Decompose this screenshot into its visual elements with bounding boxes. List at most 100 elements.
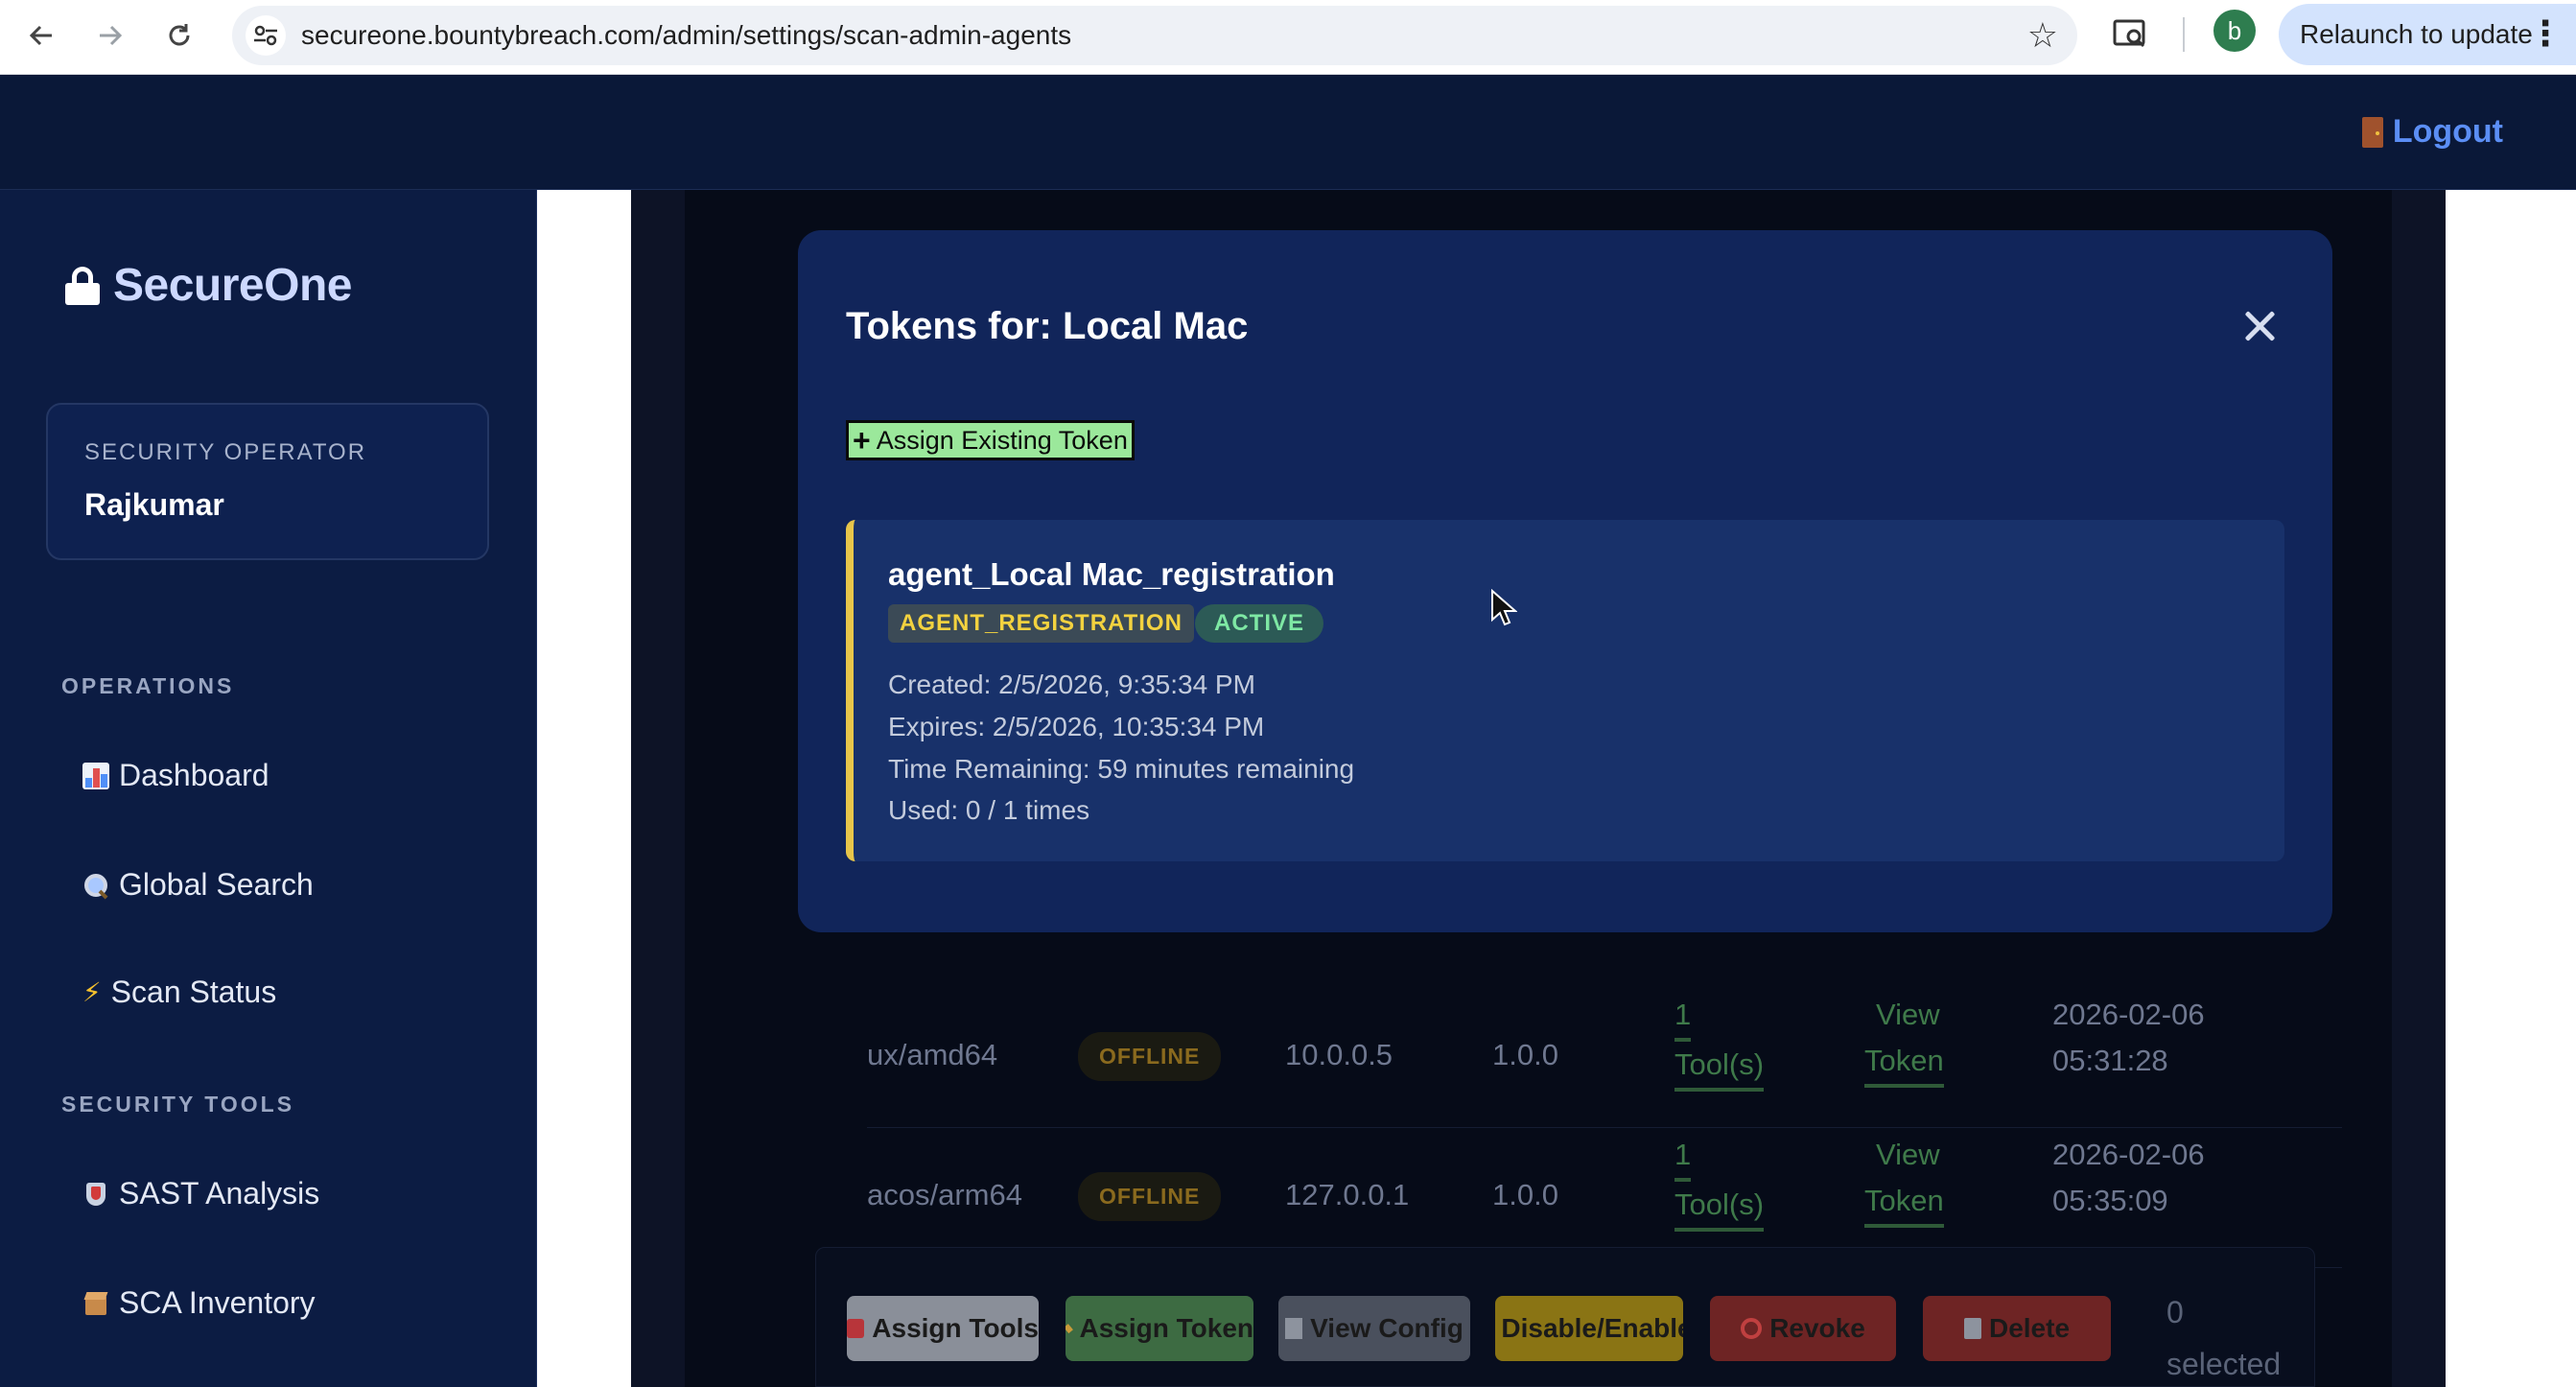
token-usage: Used: 0 / 1 times xyxy=(888,795,1090,825)
sidebar-item-scan-status[interactable]: ⚡ Scan Status xyxy=(82,975,276,1010)
relaunch-button[interactable]: Relaunch to update ⋮ xyxy=(2279,4,2576,65)
tools-label: Tool(s) xyxy=(1674,1182,1765,1232)
tokens-modal: Tokens for: Local Mac + Assign Existing … xyxy=(798,230,2332,932)
user-role: SECURITY OPERATOR xyxy=(84,439,367,465)
version-cell: 1.0.0 xyxy=(1492,1178,1558,1211)
view-token-link[interactable]: View Token xyxy=(1864,992,1944,1088)
last-seen-time: 05:31:28 xyxy=(2052,1044,2168,1077)
toolbar-divider xyxy=(2183,17,2185,52)
last-seen-date: 2026-02-06 xyxy=(2052,998,2205,1031)
sidebar-item-label: SCA Inventory xyxy=(119,1285,316,1320)
profile-avatar[interactable]: b xyxy=(2213,10,2256,52)
last-seen-date: 2026-02-06 xyxy=(2052,1138,2205,1171)
delete-button[interactable]: Delete xyxy=(1923,1296,2111,1361)
nav-section-security-tools: SECURITY TOOLS xyxy=(61,1092,295,1117)
platform-cell: ux/amd64 xyxy=(867,1038,998,1071)
selected-label: selected xyxy=(2166,1347,2282,1381)
view-token-link[interactable]: View Token xyxy=(1864,1132,1944,1228)
lock-icon xyxy=(65,266,100,305)
token-expires: Expires: 2/5/2026, 10:35:34 PM xyxy=(888,712,1265,741)
lens-icon[interactable] xyxy=(2108,12,2154,58)
toolbox-icon xyxy=(847,1319,865,1338)
button-label: View Config xyxy=(1310,1313,1464,1343)
last-seen-cell: 2026-02-06 05:35:09 xyxy=(2052,1132,2205,1224)
sidebar-item-label: SAST Analysis xyxy=(119,1176,320,1211)
nav-section-operations: OPERATIONS xyxy=(61,673,235,698)
tools-link[interactable]: 1 Tool(s) xyxy=(1674,1132,1765,1232)
address-bar[interactable]: secureone.bountybreach.com/admin/setting… xyxy=(232,6,2077,65)
view-config-button[interactable]: View Config xyxy=(1278,1296,1470,1361)
magnifier-icon xyxy=(82,872,109,899)
more-menu-icon[interactable]: ⋮ xyxy=(2528,13,2563,54)
sidebar-item-sast-analysis[interactable]: SAST Analysis xyxy=(82,1176,319,1211)
sidebar-item-label: Dashboard xyxy=(119,758,269,792)
ip-cell: 10.0.0.5 xyxy=(1285,1038,1393,1071)
revoke-button[interactable]: Revoke xyxy=(1710,1296,1896,1361)
logout-link[interactable]: Logout xyxy=(2361,113,2503,151)
assign-token-button[interactable]: Assign Token xyxy=(1066,1296,1253,1361)
token-card: agent_Local Mac_registration AGENT_REGIS… xyxy=(846,520,2284,861)
document-icon xyxy=(1285,1318,1303,1339)
selected-count: 0 selected xyxy=(2166,1286,2281,1387)
ip-cell: 127.0.0.1 xyxy=(1285,1178,1410,1211)
assign-tools-button[interactable]: Assign Tools xyxy=(847,1296,1039,1361)
token-label: Token xyxy=(1864,1038,1944,1088)
token-remaining: Time Remaining: 59 minutes remaining xyxy=(888,754,1355,784)
status-badge: OFFLINE xyxy=(1078,1172,1222,1221)
button-label: Assign Tools xyxy=(872,1313,1039,1343)
back-arrow-icon[interactable] xyxy=(17,12,65,59)
close-icon[interactable] xyxy=(2238,305,2281,347)
shield-icon xyxy=(82,1181,109,1208)
relaunch-label: Relaunch to update xyxy=(2300,19,2533,49)
tools-count: 1 xyxy=(1674,992,1692,1042)
url-text: secureone.bountybreach.com/admin/setting… xyxy=(301,20,1072,50)
view-label: View xyxy=(1876,998,1940,1031)
user-name: Rajkumar xyxy=(84,487,224,522)
last-seen-time: 05:35:09 xyxy=(2052,1184,2168,1217)
site-settings-icon[interactable] xyxy=(246,15,286,56)
button-label: Assign Token xyxy=(1079,1313,1253,1343)
disable-enable-button[interactable]: Disable/Enable xyxy=(1495,1296,1683,1361)
selected-number: 0 xyxy=(2166,1295,2184,1329)
table-row: ux/amd64 OFFLINE 10.0.0.5 1.0.0 1 Tool(s… xyxy=(867,988,2342,1128)
bookmark-star-icon[interactable]: ☆ xyxy=(2027,15,2058,56)
sidebar-item-dashboard[interactable]: Dashboard xyxy=(82,758,269,793)
brand-name: SecureOne xyxy=(113,260,352,311)
assign-existing-token-button[interactable]: + Assign Existing Token xyxy=(846,420,1135,460)
forward-arrow-icon[interactable] xyxy=(86,12,134,59)
token-status-badge: ACTIVE xyxy=(1195,604,1324,643)
sidebar-item-label: Global Search xyxy=(119,867,314,902)
reload-icon[interactable] xyxy=(155,12,203,59)
app-header: Logout xyxy=(0,75,2576,190)
bulk-action-bar: Assign Tools Assign Token View Config Di… xyxy=(815,1247,2315,1387)
lightning-icon: ⚡ xyxy=(82,976,102,1007)
assign-label: Assign Existing Token xyxy=(876,425,1128,455)
brand-logo[interactable]: SecureOne xyxy=(65,259,352,312)
sidebar-item-label: Scan Status xyxy=(110,975,277,1009)
mouse-pointer-icon xyxy=(1490,588,1518,627)
platform-cell: acos/arm64 xyxy=(867,1178,1022,1211)
plus-icon: + xyxy=(853,423,871,458)
sidebar: SecureOne SECURITY OPERATOR Rajkumar OPE… xyxy=(0,190,537,1387)
package-icon xyxy=(82,1290,109,1317)
prohibited-icon xyxy=(1741,1318,1763,1339)
button-label: Delete xyxy=(1988,1313,2071,1343)
logout-label: Logout xyxy=(2392,113,2503,150)
tools-label: Tool(s) xyxy=(1674,1042,1765,1092)
user-card: SECURITY OPERATOR Rajkumar xyxy=(46,403,489,560)
tools-count: 1 xyxy=(1674,1132,1692,1182)
token-type-badge: AGENT_REGISTRATION xyxy=(888,604,1194,643)
sidebar-item-sca-inventory[interactable]: SCA Inventory xyxy=(82,1285,316,1321)
browser-toolbar: secureone.bountybreach.com/admin/setting… xyxy=(0,0,2576,75)
button-label: Disable/Enable xyxy=(1501,1313,1683,1343)
button-label: Revoke xyxy=(1769,1313,1865,1343)
door-icon xyxy=(2361,116,2383,148)
sidebar-item-global-search[interactable]: Global Search xyxy=(82,867,314,903)
token-created: Created: 2/5/2026, 9:35:34 PM xyxy=(888,670,1255,699)
key-icon xyxy=(1066,1323,1074,1334)
view-label: View xyxy=(1876,1138,1940,1171)
last-seen-cell: 2026-02-06 05:31:28 xyxy=(2052,992,2205,1084)
status-badge: OFFLINE xyxy=(1078,1032,1222,1081)
trash-icon xyxy=(1963,1318,1981,1339)
tools-link[interactable]: 1 Tool(s) xyxy=(1674,992,1765,1092)
